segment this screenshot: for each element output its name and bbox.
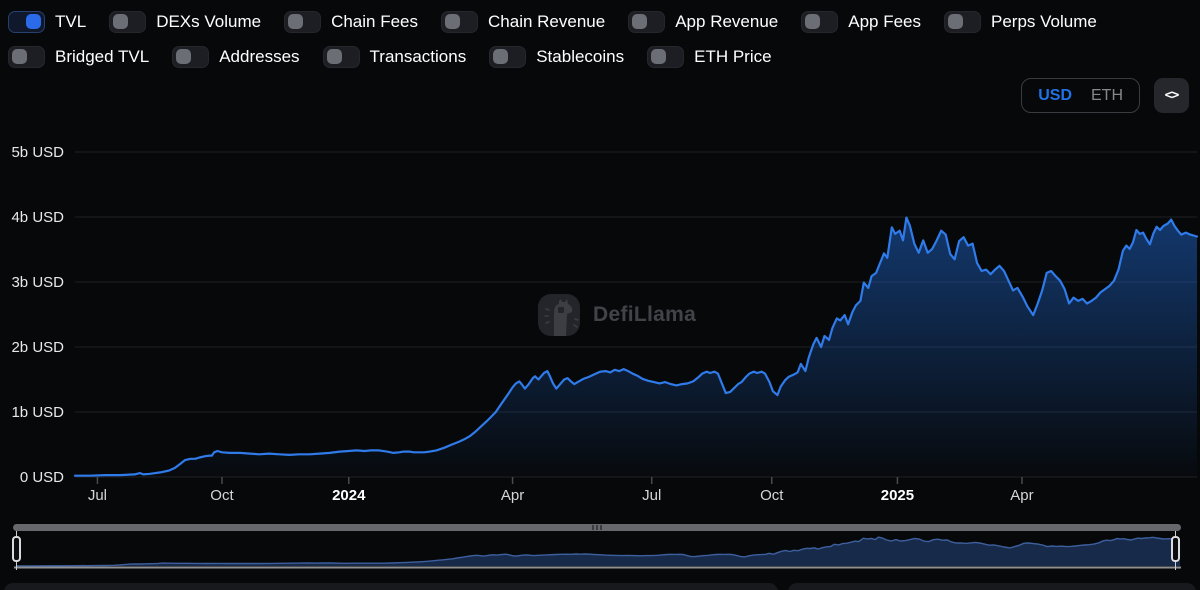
toggle-switch[interactable] xyxy=(172,46,209,68)
metric-toggle-dexs-volume[interactable]: DEXs Volume xyxy=(109,11,261,33)
brush-handle-left[interactable] xyxy=(12,536,21,562)
metric-toggle-eth-price[interactable]: ETH Price xyxy=(647,46,771,68)
toggle-knob xyxy=(632,14,647,29)
metric-toggle-label: Chain Revenue xyxy=(488,12,605,32)
x-axis-label: Oct xyxy=(760,487,784,504)
metric-toggle-transactions[interactable]: Transactions xyxy=(323,46,467,68)
minimap-chart[interactable] xyxy=(14,537,1181,567)
x-axis-label: Apr xyxy=(501,487,524,504)
toggle-switch[interactable] xyxy=(944,11,981,33)
x-axis-label: Jul xyxy=(88,487,107,504)
metric-toggle-chain-revenue[interactable]: Chain Revenue xyxy=(441,11,605,33)
toggle-switch[interactable] xyxy=(489,46,526,68)
currency-option-usd[interactable]: USD xyxy=(1038,87,1072,105)
y-axis-label: 4b USD xyxy=(11,209,64,226)
metric-toggle-label: Transactions xyxy=(370,47,467,67)
toggle-switch[interactable] xyxy=(441,11,478,33)
y-axis-label: 5b USD xyxy=(11,144,64,161)
toggle-switch[interactable] xyxy=(801,11,838,33)
toggle-knob xyxy=(445,14,460,29)
metric-toggle-app-revenue[interactable]: App Revenue xyxy=(628,11,778,33)
defillama-llama-logo-icon xyxy=(537,293,581,337)
toggle-knob xyxy=(288,14,303,29)
metric-toggle-addresses[interactable]: Addresses xyxy=(172,46,299,68)
toggle-knob xyxy=(113,14,128,29)
metric-toggle-label: Stablecoins xyxy=(536,47,624,67)
metric-toggle-label: Bridged TVL xyxy=(55,47,149,67)
metric-toggle-label: App Revenue xyxy=(675,12,778,32)
metric-toggle-perps-volume[interactable]: Perps Volume xyxy=(944,11,1097,33)
toggle-switch[interactable] xyxy=(647,46,684,68)
y-axis-label: 2b USD xyxy=(11,339,64,356)
toggle-knob xyxy=(176,49,191,64)
bottom-right-card[interactable] xyxy=(788,583,1196,590)
currency-toggle[interactable]: USD ETH xyxy=(1021,78,1140,113)
y-axis-label: 0 USD xyxy=(20,469,64,486)
chart-controls: USD ETH <> xyxy=(1021,78,1189,113)
brush-handle-right[interactable] xyxy=(1171,536,1180,562)
watermark-label: DefiLlama xyxy=(593,303,696,327)
toggle-knob xyxy=(805,14,820,29)
x-axis-label: Oct xyxy=(210,487,234,504)
defillama-watermark: DefiLlama xyxy=(537,293,696,337)
x-axis-label: Jul xyxy=(642,487,661,504)
toggle-switch[interactable] xyxy=(109,11,146,33)
toggle-switch[interactable] xyxy=(8,11,45,33)
metric-filters: TVL DEXs Volume Chain Fees Chain Revenue App… xyxy=(8,7,1192,77)
metric-toggle-label: Addresses xyxy=(219,47,299,67)
toggle-knob xyxy=(493,49,508,64)
toggle-switch[interactable] xyxy=(323,46,360,68)
metric-toggle-label: ETH Price xyxy=(694,47,771,67)
metric-toggle-label: DEXs Volume xyxy=(156,12,261,32)
embed-code-button[interactable]: <> xyxy=(1154,78,1189,113)
toggle-switch[interactable] xyxy=(284,11,321,33)
toggle-switch[interactable] xyxy=(8,46,45,68)
toggle-knob xyxy=(327,49,342,64)
metric-toggle-bridged-tvl[interactable]: Bridged TVL xyxy=(8,46,149,68)
x-axis-label: 2024 xyxy=(332,487,366,504)
metric-filter-row-1: TVL DEXs Volume Chain Fees Chain Revenue App… xyxy=(8,7,1192,37)
metric-toggle-stablecoins[interactable]: Stablecoins xyxy=(489,46,624,68)
toggle-knob xyxy=(651,49,666,64)
bottom-left-card[interactable] xyxy=(4,583,778,590)
metric-toggle-tvl[interactable]: TVL xyxy=(8,11,86,33)
metric-toggle-label: TVL xyxy=(55,12,86,32)
toggle-switch[interactable] xyxy=(628,11,665,33)
metric-toggle-chain-fees[interactable]: Chain Fees xyxy=(284,11,418,33)
toggle-knob xyxy=(12,49,27,64)
tvl-chart-page: 5b USD 4b USD 3b USD 2b USD 1b USD 0 USD Jul Oc… xyxy=(0,0,1200,590)
metric-toggle-app-fees[interactable]: App Fees xyxy=(801,11,921,33)
metric-toggle-label: Chain Fees xyxy=(331,12,418,32)
currency-option-eth[interactable]: ETH xyxy=(1091,87,1123,105)
code-brackets-icon: <> xyxy=(1165,88,1179,103)
minimap-area-fill xyxy=(16,537,1180,566)
x-axis-label: 2025 xyxy=(881,487,914,504)
x-axis-label: Apr xyxy=(1010,487,1033,504)
datazoom-scrollbar[interactable] xyxy=(13,524,1181,531)
metric-filter-row-2: Bridged TVL Addresses Transactions Stableco… xyxy=(8,42,1192,72)
y-axis-label: 3b USD xyxy=(11,274,64,291)
toggle-knob xyxy=(26,14,41,29)
toggle-knob xyxy=(948,14,963,29)
metric-toggle-label: App Fees xyxy=(848,12,921,32)
metric-toggle-label: Perps Volume xyxy=(991,12,1097,32)
y-axis-label: 1b USD xyxy=(11,404,64,421)
